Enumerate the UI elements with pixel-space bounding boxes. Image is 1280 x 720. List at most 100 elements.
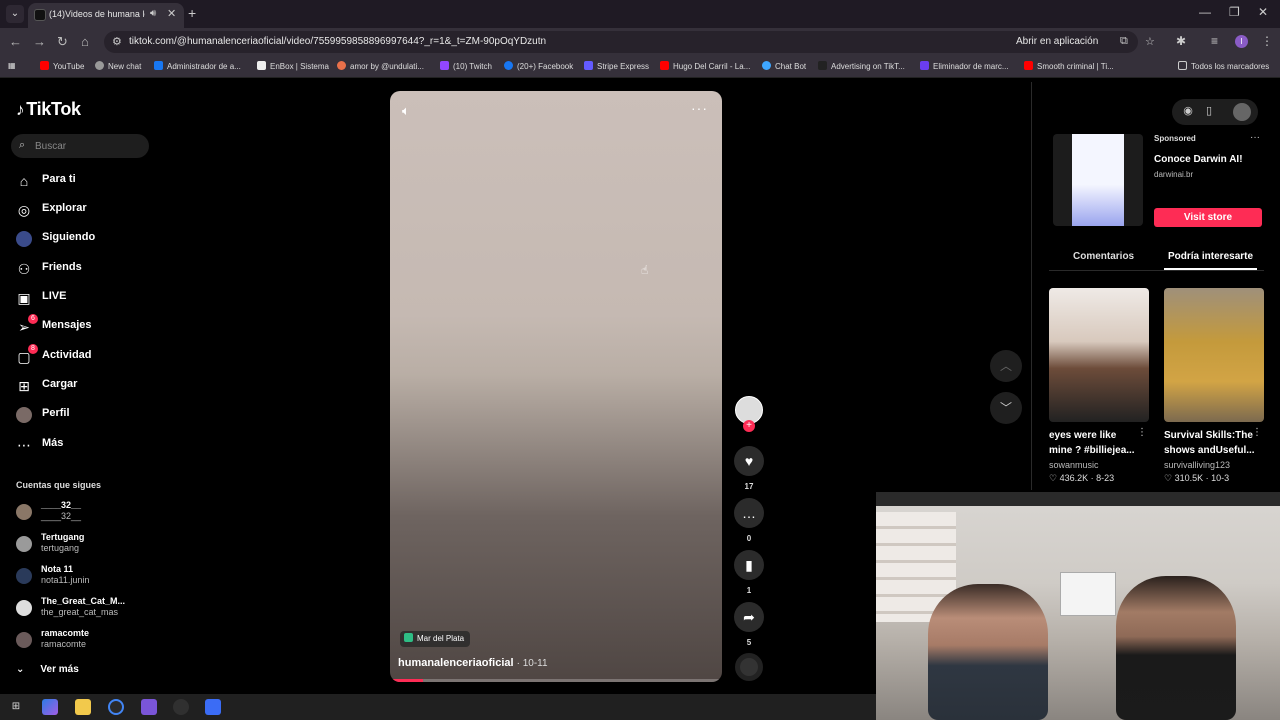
app-icon[interactable] [205,699,221,715]
following-item[interactable]: Tertugang tertugang [16,532,156,556]
reload-icon[interactable]: ↻ [57,34,68,50]
video-author[interactable]: humanalenceriaoficial · 10-11 [398,657,548,669]
activity-badge: 8 [28,344,38,354]
bookmark-twitch[interactable]: (10) Twitch [440,61,492,71]
audio-playing-icon[interactable]: 🔊︎ [150,8,156,19]
extensions-icon[interactable]: ✱ [1176,34,1186,48]
suggestion-thumbnail[interactable] [1049,288,1149,422]
bookmark-amor[interactable]: amor by @undulati... [337,61,424,71]
share-button[interactable]: ➦ [734,602,764,632]
bookmark-all[interactable]: Todos los marcadores [1178,61,1269,71]
home-page-icon[interactable]: ⌂ [81,34,89,49]
bookmark-smooth-criminal[interactable]: Smooth criminal | Ti... [1024,61,1114,71]
address-bar[interactable]: ⚙ tiktok.com/@humanalenceriaoficial/vide… [104,31,1155,53]
bookmark-enbox[interactable]: EnBox | Sistema [257,61,329,71]
like-button[interactable]: ♥ [734,446,764,476]
next-video-button[interactable]: ﹀ [990,392,1022,424]
obs-icon[interactable] [173,699,189,715]
location-tag[interactable]: Mar del Plata [400,631,471,647]
coins-icon[interactable]: ◉ [1178,104,1198,120]
apps-icon[interactable]: ▦ [8,61,16,70]
ad-domain[interactable]: darwinai.br [1154,170,1193,179]
tab-comentarios[interactable]: Comentarios [1073,251,1134,262]
back-icon[interactable]: ← [9,34,22,49]
ad-more-icon[interactable]: ··· [1250,132,1260,143]
kebab-icon[interactable]: ⋮ [1137,427,1147,438]
media-icon[interactable]: ≡ [1211,34,1218,48]
ad-thumbnail[interactable] [1053,134,1143,226]
bookmark-star-icon[interactable]: ☆ [1145,35,1155,48]
nav-para-ti[interactable]: ⌂ Para ti [16,170,156,192]
bookmark-youtube[interactable]: YouTube [40,61,84,71]
bookmark-new-chat[interactable]: New chat [95,61,141,71]
kebab-icon[interactable]: ⋮ [1252,427,1262,438]
bookmark-advertising[interactable]: Advertising on TikT... [818,61,905,71]
suggestion-title[interactable]: eyes were like mine ? #billiejea... [1049,428,1141,458]
nav-actividad[interactable]: ▢ 8 Actividad [16,344,156,368]
follow-plus-icon[interactable]: + [743,420,755,432]
following-item[interactable]: The_Great_Cat_M... the_great_cat_mas [16,596,156,620]
discord-icon[interactable] [141,699,157,715]
visit-store-button[interactable]: Visit store [1154,208,1262,227]
tiktok-logo[interactable]: ♪ TikTok [16,99,81,120]
more-options-icon[interactable]: ··· [691,100,708,116]
new-tab-icon[interactable]: + [188,5,196,21]
site-info-icon[interactable]: ⚙ [112,35,122,48]
menu-kebab-icon[interactable]: ⋮ [1261,34,1273,48]
nav-siguiendo[interactable]: Siguiendo [16,228,156,250]
close-tab-icon[interactable]: ✕ [167,7,176,20]
ad-title[interactable]: Conoce Darwin AI! [1154,154,1243,165]
volume-icon[interactable]: 🔈︎ [402,103,410,119]
tab-search-icon[interactable]: ⌄ [6,5,24,23]
following-item[interactable]: ramacomte ramacomte [16,628,156,652]
bookmark-hugo[interactable]: Hugo Del Carril - La... [660,61,750,71]
bookmark-administrador[interactable]: Administrador de a... [154,61,241,71]
file-explorer-icon[interactable] [75,699,91,715]
chrome-icon[interactable] [108,699,124,715]
suggestion-card[interactable]: eyes were like mine ? #billiejea... ⋮ so… [1049,288,1149,484]
following-item[interactable]: ____32__ ____32__ [16,500,156,524]
windows-start-icon[interactable]: ⊞ [8,699,24,715]
device-icon[interactable]: ▯ [1199,104,1219,120]
open-in-app-button[interactable]: Abrir en aplicación [1016,36,1098,47]
nav-live[interactable]: ▣ LIVE [16,287,156,309]
bookmark-facebook[interactable]: (20+) Facebook [504,61,573,71]
tab-podria-interesarte[interactable]: Podría interesarte [1168,251,1253,262]
previous-video-button[interactable]: ︿ [990,350,1022,382]
suggestion-card[interactable]: Survival Skills:The shows andUseful... ⋮… [1164,288,1264,484]
minimize-icon[interactable]: — [1199,5,1211,19]
share-icon: ➦ [743,609,755,625]
nav-mas[interactable]: ⋯ Más [16,434,156,456]
bookmark-eliminador[interactable]: Eliminador de marc... [920,61,1009,71]
bookmark-chat-bot[interactable]: Chat Bot [762,61,806,71]
nav-explorar[interactable]: ◎ Explorar [16,199,156,221]
translate-icon[interactable]: ⧉ [1120,35,1128,48]
see-more-button[interactable]: ⌄ Ver más [16,663,95,675]
nav-friends[interactable]: ⚇ Friends [16,258,156,280]
video-progress-bar[interactable] [390,679,722,682]
suggestion-author[interactable]: sowanmusic [1049,460,1149,470]
profile-avatar[interactable]: I [1235,35,1248,48]
close-window-icon[interactable]: ✕ [1258,5,1268,19]
search-icon: ⌕ [19,139,26,151]
bookmark-stripe[interactable]: Stripe Express [584,61,649,71]
browser-tab[interactable]: (14)Videos de humana lenc 🔊︎ ✕ [28,3,184,28]
nav-perfil[interactable]: Perfil [16,404,156,426]
nav-cargar[interactable]: ⊞ Cargar [16,375,156,397]
copilot-icon[interactable] [42,699,58,715]
search-input[interactable] [35,136,143,156]
suggestion-thumbnail[interactable] [1164,288,1264,422]
video-player[interactable]: 🔈︎ ··· Mar del Plata humanalenceriaofici… [390,91,722,682]
restore-icon[interactable]: ❐ [1229,5,1240,19]
url-text[interactable]: tiktok.com/@humanalenceriaoficial/video/… [129,36,546,47]
comment-button[interactable]: … [734,498,764,528]
save-button[interactable]: ▮ [734,550,764,580]
search-box[interactable]: ⌕ [11,134,149,158]
user-avatar[interactable] [1233,103,1251,121]
suggestion-author[interactable]: survivalliving123 [1164,460,1264,470]
following-item[interactable]: Nota 11 nota11.junin [16,564,156,588]
music-disc-icon[interactable] [735,653,763,681]
nav-mensajes[interactable]: ➢ 6 Mensajes [16,314,156,338]
forward-icon[interactable]: → [33,34,46,49]
suggestion-title[interactable]: Survival Skills:The shows andUseful... [1164,428,1256,458]
